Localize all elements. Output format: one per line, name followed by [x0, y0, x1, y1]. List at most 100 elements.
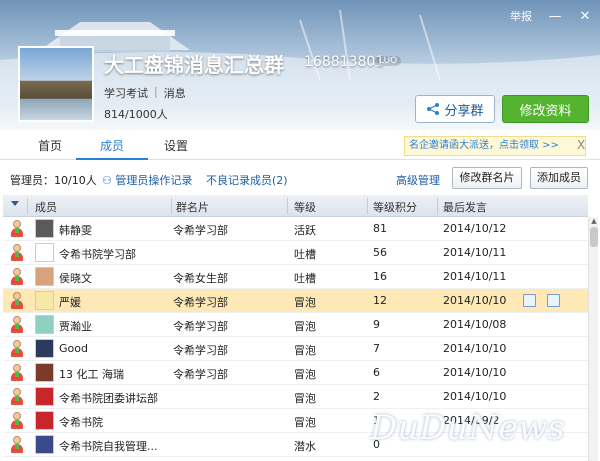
member-count: 814/1000人 — [104, 108, 168, 121]
table-row[interactable]: 令希书院自我管理... 潜水 0 — [3, 433, 588, 457]
member-name: 令希书院学习部 — [59, 248, 136, 261]
member-points: 0 — [373, 438, 380, 451]
member-points: 12 — [373, 294, 387, 307]
share-icon — [427, 103, 440, 115]
tab-settings[interactable]: 设置 — [140, 132, 212, 160]
member-points: 56 — [373, 246, 387, 259]
member-role-icon — [10, 436, 24, 454]
tag-study: 学习考试 — [104, 87, 148, 100]
member-name: 13 化工 海瑞 — [59, 368, 124, 381]
member-table-header: 成员 群名片 等级 等级积分 最后发言 — [3, 195, 588, 217]
scroll-up-icon[interactable]: ▲ — [590, 217, 598, 225]
member-last-speak: 2014/10/11 — [443, 270, 507, 283]
member-last-speak: 2014/10/10 — [443, 294, 507, 307]
member-role-icon — [10, 340, 24, 358]
avatar — [35, 363, 54, 382]
member-card: 令希学习部 — [173, 320, 228, 333]
promo-banner[interactable]: 名企邀请函大派送，点击领取 >> — [404, 136, 586, 156]
group-avatar[interactable] — [18, 46, 94, 122]
member-level: 冒泡 — [294, 392, 316, 405]
window-controls: 举报 — ✕ — [510, 8, 592, 24]
group-id: 168813801 — [304, 54, 385, 70]
header-member[interactable]: 成员 — [35, 199, 57, 215]
member-level: 冒泡 — [294, 368, 316, 381]
table-row[interactable]: Good 令希学习部 冒泡 7 2014/10/10 — [3, 337, 588, 361]
edit-card-icon[interactable] — [523, 294, 536, 307]
table-row[interactable]: 令希书院团委讲坛部 冒泡 2 2014/10/10 — [3, 385, 588, 409]
avatar — [35, 435, 54, 454]
table-row[interactable]: 韩静雯 令希学习部 活跃 81 2014/10/12 — [3, 217, 588, 241]
member-role-icon — [10, 292, 24, 310]
tab-members[interactable]: 成员 — [76, 132, 148, 160]
edit-info-button[interactable]: 修改资料 — [502, 95, 589, 123]
member-name: 侯晓文 — [59, 272, 92, 285]
minimize-icon[interactable]: — — [548, 9, 562, 24]
people-icon: ⚇ — [102, 174, 112, 187]
table-row[interactable]: 令希书院学习部 吐槽 56 2014/10/11 — [3, 241, 588, 265]
scroll-thumb[interactable] — [590, 227, 598, 247]
admin-count: 管理员：10/10人 — [10, 174, 97, 187]
column-divider — [367, 198, 368, 214]
report-link[interactable]: 举报 — [510, 8, 532, 24]
table-scrollbar[interactable]: ▲ — [588, 217, 598, 461]
header-points[interactable]: 等级积分 — [373, 199, 417, 215]
member-toolbar: 管理员：10/10人 ⚇ 管理员操作记录 不良记录成员(2) 高级管理 修改群名… — [0, 164, 600, 192]
promo-close-button[interactable]: X — [577, 138, 585, 152]
table-row[interactable]: 严媛 令希学习部 冒泡 12 2014/10/10 — [3, 289, 588, 313]
member-name: 贾瀚业 — [59, 320, 92, 333]
member-role-icon — [10, 268, 24, 286]
bad-records-link[interactable]: 不良记录成员(2) — [206, 172, 288, 188]
member-level: 潜水 — [294, 440, 316, 453]
member-points: 16 — [373, 270, 387, 283]
member-level: 活跃 — [294, 224, 316, 237]
admin-log-label: 管理员操作记录 — [115, 174, 193, 187]
advanced-manage-link[interactable]: 高级管理 — [396, 172, 440, 188]
header-level[interactable]: 等级 — [294, 199, 316, 215]
avatar — [35, 315, 54, 334]
table-row[interactable]: 贾瀚业 令希学习部 冒泡 9 2014/10/08 — [3, 313, 588, 337]
avatar — [35, 219, 54, 238]
add-member-button[interactable]: 添加成员 — [530, 167, 588, 189]
member-card: 令希学习部 — [173, 296, 228, 309]
member-role-icon — [10, 220, 24, 238]
member-card: 令希学习部 — [173, 368, 228, 381]
member-last-speak: 2014/10/08 — [443, 318, 507, 331]
member-role-icon — [10, 244, 24, 262]
member-level: 吐槽 — [294, 248, 316, 261]
member-points: 1 — [373, 414, 380, 427]
table-row[interactable]: 13 化工 海瑞 令希学习部 冒泡 6 2014/10/10 — [3, 361, 588, 385]
table-row[interactable]: 侯晓文 令希女生部 吐槽 16 2014/10/11 — [3, 265, 588, 289]
member-points: 7 — [373, 342, 380, 355]
member-table-body: 韩静雯 令希学习部 活跃 81 2014/10/12 令希书院学习部 吐槽 56… — [3, 217, 588, 461]
member-role-icon — [10, 412, 24, 430]
member-role-icon — [10, 364, 24, 382]
avatar — [35, 387, 54, 406]
member-level: 冒泡 — [294, 344, 316, 357]
admin-log-link[interactable]: ⚇ 管理员操作记录 — [102, 172, 192, 188]
member-name: 令希书院自我管理... — [59, 440, 158, 453]
member-role-icon — [10, 388, 24, 406]
avatar — [35, 291, 54, 310]
close-icon[interactable]: ✕ — [578, 9, 592, 24]
table-row[interactable]: 令希书院 冒泡 1 2014/09/2 — [3, 409, 588, 433]
header-card[interactable]: 群名片 — [176, 199, 209, 215]
sort-caret-icon[interactable] — [11, 201, 19, 206]
share-group-button[interactable]: 分享群 — [415, 95, 495, 123]
member-name: 令希书院团委讲坛部 — [59, 392, 158, 405]
member-level: 吐槽 — [294, 272, 316, 285]
member-points: 9 — [373, 318, 380, 331]
profile-card-icon[interactable] — [547, 294, 560, 307]
avatar — [35, 411, 54, 430]
member-points: 6 — [373, 366, 380, 379]
member-last-speak: 2014/10/10 — [443, 366, 507, 379]
member-last-speak: 2014/09/2 — [443, 414, 500, 427]
header-last-speak[interactable]: 最后发言 — [443, 199, 487, 215]
avatar — [35, 243, 54, 262]
tag-news: 消息 — [163, 87, 186, 100]
edit-card-button[interactable]: 修改群名片 — [452, 167, 522, 189]
member-card: 令希学习部 — [173, 224, 228, 237]
member-points: 2 — [373, 390, 380, 403]
group-name: 大工盘锦消息汇总群 — [104, 53, 284, 77]
member-last-speak: 2014/10/12 — [443, 222, 507, 235]
member-name: 令希书院 — [59, 416, 103, 429]
